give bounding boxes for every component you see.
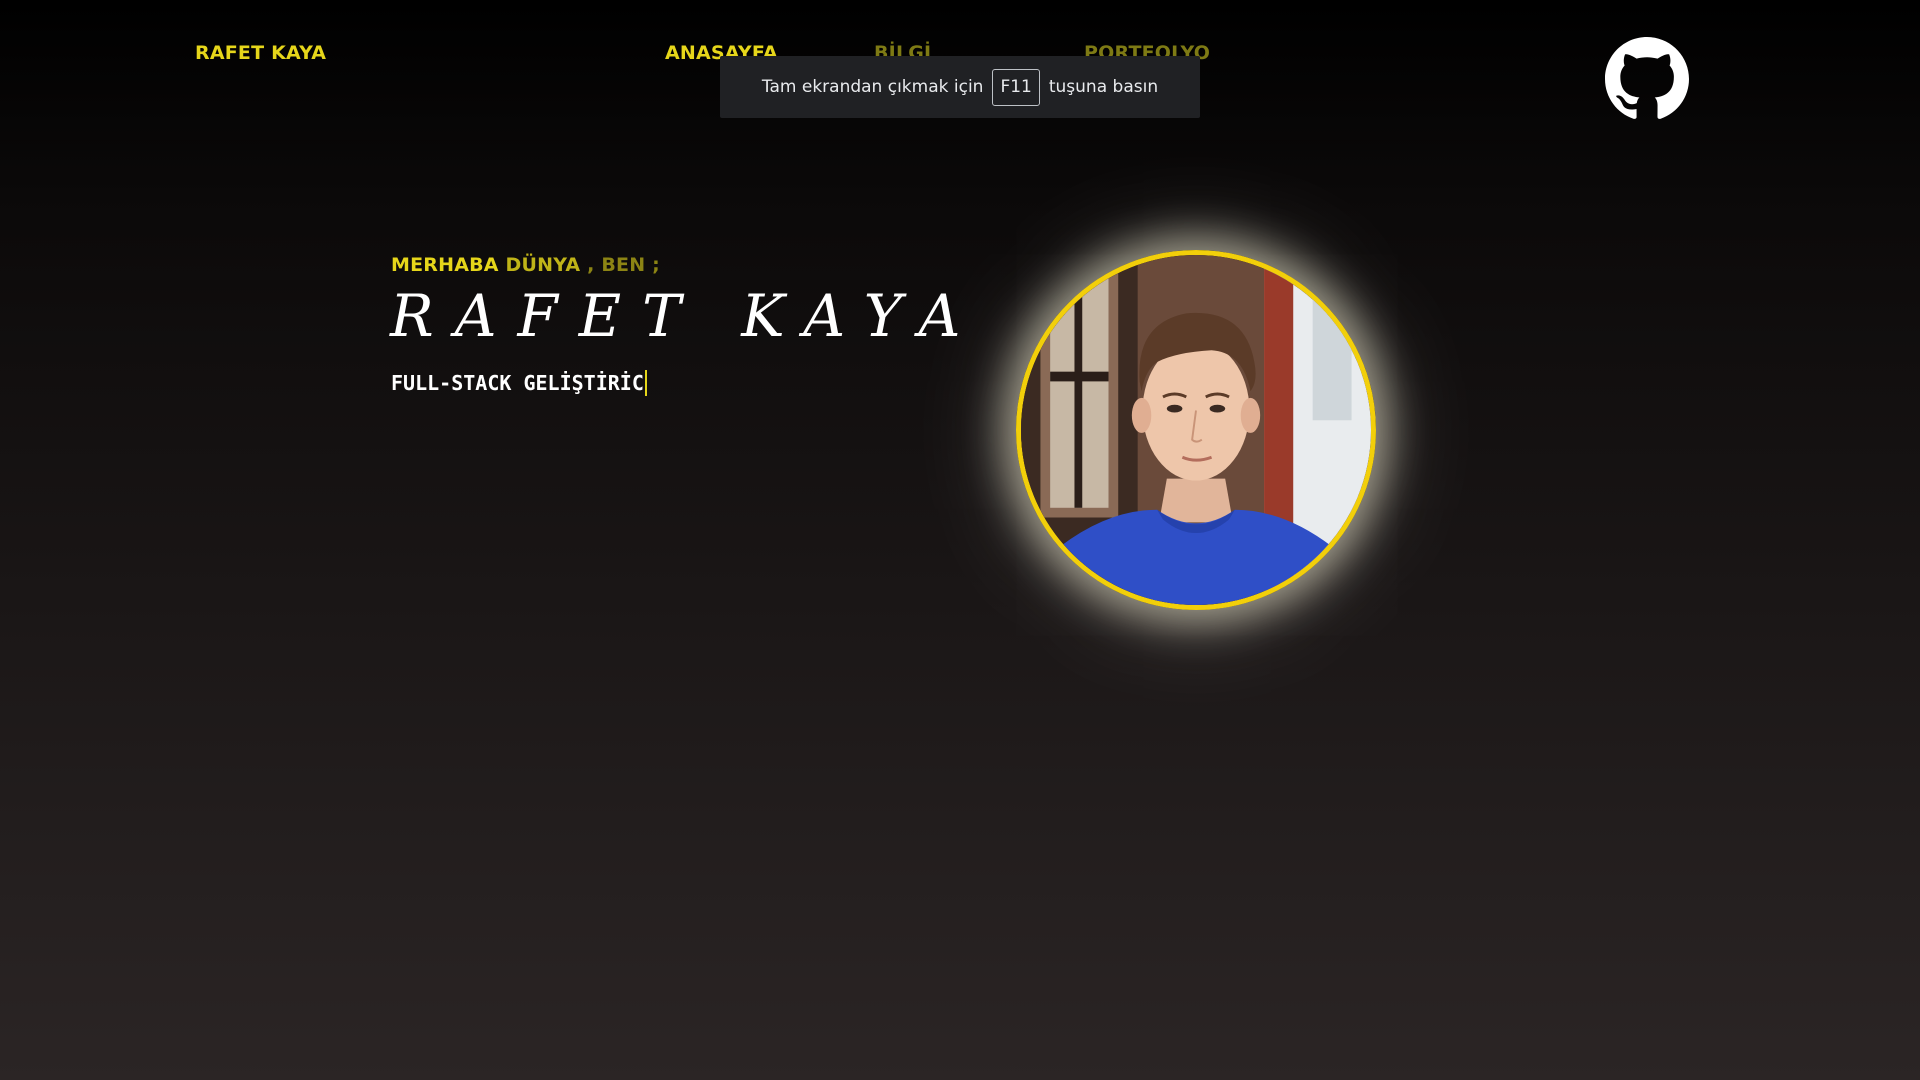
greeting-word-1: MERHABA [391, 254, 499, 276]
profile-photo [1016, 250, 1376, 610]
hero-name: RAFET KAYA [390, 282, 982, 350]
fullscreen-toast-text-after: tuşuna basın [1048, 77, 1159, 97]
typing-caret [644, 370, 647, 396]
fullscreen-toast-text-before: Tam ekrandan çıkmak için [761, 77, 984, 97]
brand-logo-link[interactable]: RAFET KAYA [195, 42, 326, 64]
hero-role-text: FULL-STACK GELİŞTİRİC [391, 371, 644, 395]
github-icon[interactable] [1605, 37, 1689, 121]
f11-key-badge: F11 [992, 68, 1040, 106]
fullscreen-exit-toast: Tam ekrandan çıkmak için F11 tuşuna bası… [720, 56, 1200, 118]
hero-role: FULL-STACK GELİŞTİRİC [391, 370, 647, 396]
hero-greeting: MERHABA DÜNYA , BEN ; [391, 254, 660, 276]
greeting-word-3: , BEN ; [587, 254, 660, 276]
greeting-word-2: DÜNYA [505, 254, 581, 276]
